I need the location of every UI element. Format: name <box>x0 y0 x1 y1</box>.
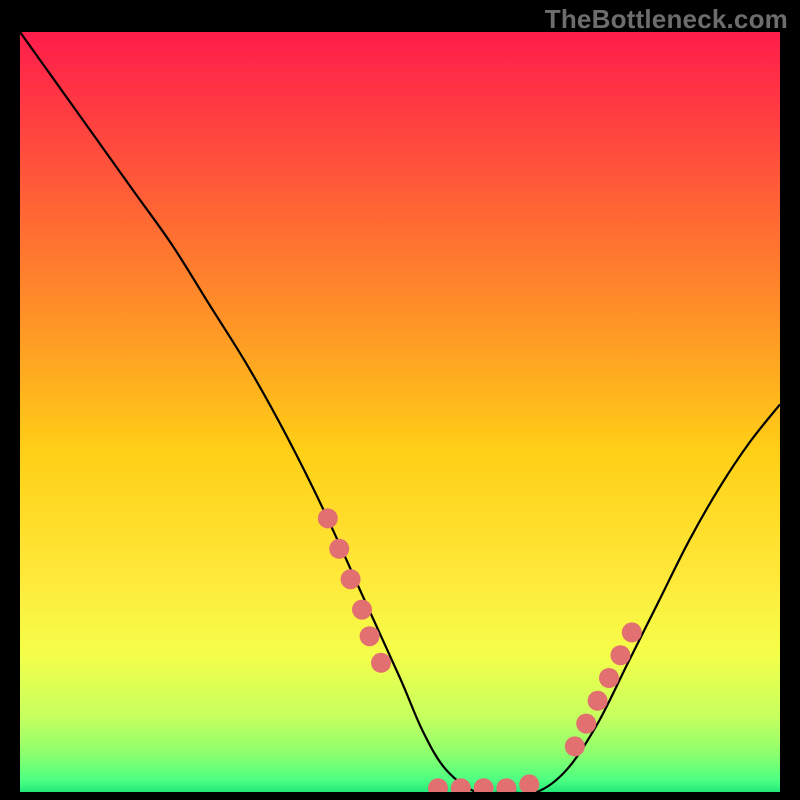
watermark-text: TheBottleneck.com <box>545 4 788 35</box>
data-dot <box>565 736 585 756</box>
data-dot <box>588 691 608 711</box>
data-dot <box>341 569 361 589</box>
data-dot <box>371 653 391 673</box>
data-dot <box>360 626 380 646</box>
data-dot <box>318 508 338 528</box>
data-dot <box>352 600 372 620</box>
bottleneck-chart <box>20 32 780 792</box>
data-dot <box>622 622 642 642</box>
data-dot <box>599 668 619 688</box>
data-dot <box>576 714 596 734</box>
data-dot <box>610 645 630 665</box>
data-dot <box>329 539 349 559</box>
